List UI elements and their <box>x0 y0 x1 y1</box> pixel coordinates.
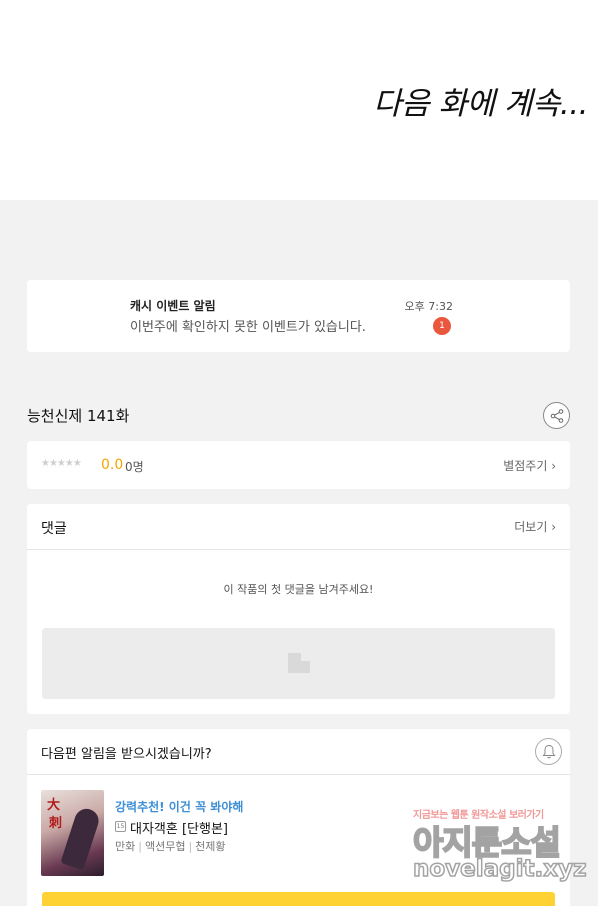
tag-category: 만화 <box>115 840 136 853</box>
share-button[interactable] <box>543 402 570 429</box>
view-work-button[interactable] <box>42 892 555 906</box>
watermark-url: novelagit.xyz <box>412 855 587 883</box>
episode-title: 능천신제 141화 <box>27 407 130 425</box>
notification-title: 캐시 이벤트 알림 <box>130 299 216 313</box>
to-be-continued-text: 다음 화에 계속... <box>373 86 588 122</box>
rating-count: 0명 <box>125 460 144 474</box>
divider <box>27 549 570 550</box>
comment-input-box[interactable] <box>42 628 555 699</box>
comment-placeholder-icon <box>288 653 310 673</box>
cover-title-char: 刺 <box>49 816 63 831</box>
site-watermark: 지금보는 웹툰 원작소설 보러가기 아지툰소설 novelagit.xyz <box>408 806 587 886</box>
rating-stars: ★★★★★ <box>41 458 82 469</box>
cover-title-char: 大 <box>47 798 61 813</box>
event-notification-card[interactable]: 캐시 이벤트 알림 이번주에 확인하지 못한 이벤트가 있습니다. 오후 7:3… <box>27 280 570 352</box>
recommended-work-cover[interactable]: 大 刺 <box>41 790 104 876</box>
episode-end-panel: 다음 화에 계속... <box>0 0 598 200</box>
notification-message: 이번주에 확인하지 못한 이벤트가 있습니다. <box>130 320 366 335</box>
rating-score: 0.0 <box>101 457 124 473</box>
tag-genre: 액션무협 <box>144 840 186 853</box>
age-rating-badge: 15 <box>115 821 126 832</box>
comments-heading: 댓글 <box>41 521 67 537</box>
comments-empty-message: 이 작품의 첫 댓글을 남겨주세요! <box>223 583 374 596</box>
recommendation-promo-text: 강력추천! 이건 꼭 봐야해 <box>115 800 244 814</box>
next-episode-alert-question: 다음편 알림을 받으시겠습니까? <box>41 747 212 762</box>
recommended-work-title[interactable]: 대자객혼 [단행본] <box>130 818 228 837</box>
notification-toggle-button[interactable] <box>535 738 562 765</box>
recommended-work-tags: 만화 | 액션무협 | 천제황 <box>115 840 226 853</box>
rating-card: ★★★★★ 0.0 0명 별점주기 › <box>27 441 570 489</box>
notification-time: 오후 7:32 <box>404 300 453 313</box>
cover-figure <box>60 805 102 871</box>
share-icon <box>550 409 564 423</box>
comments-card: 댓글 더보기 › 이 작품의 첫 댓글을 남겨주세요! <box>27 504 570 714</box>
notification-count-badge: 1 <box>433 317 451 335</box>
divider <box>27 774 570 775</box>
rate-button[interactable]: 별점주기 › <box>503 457 556 474</box>
bell-icon <box>542 744 556 759</box>
tag-author: 천제황 <box>195 840 226 853</box>
comments-more-link[interactable]: 더보기 › <box>514 518 556 535</box>
